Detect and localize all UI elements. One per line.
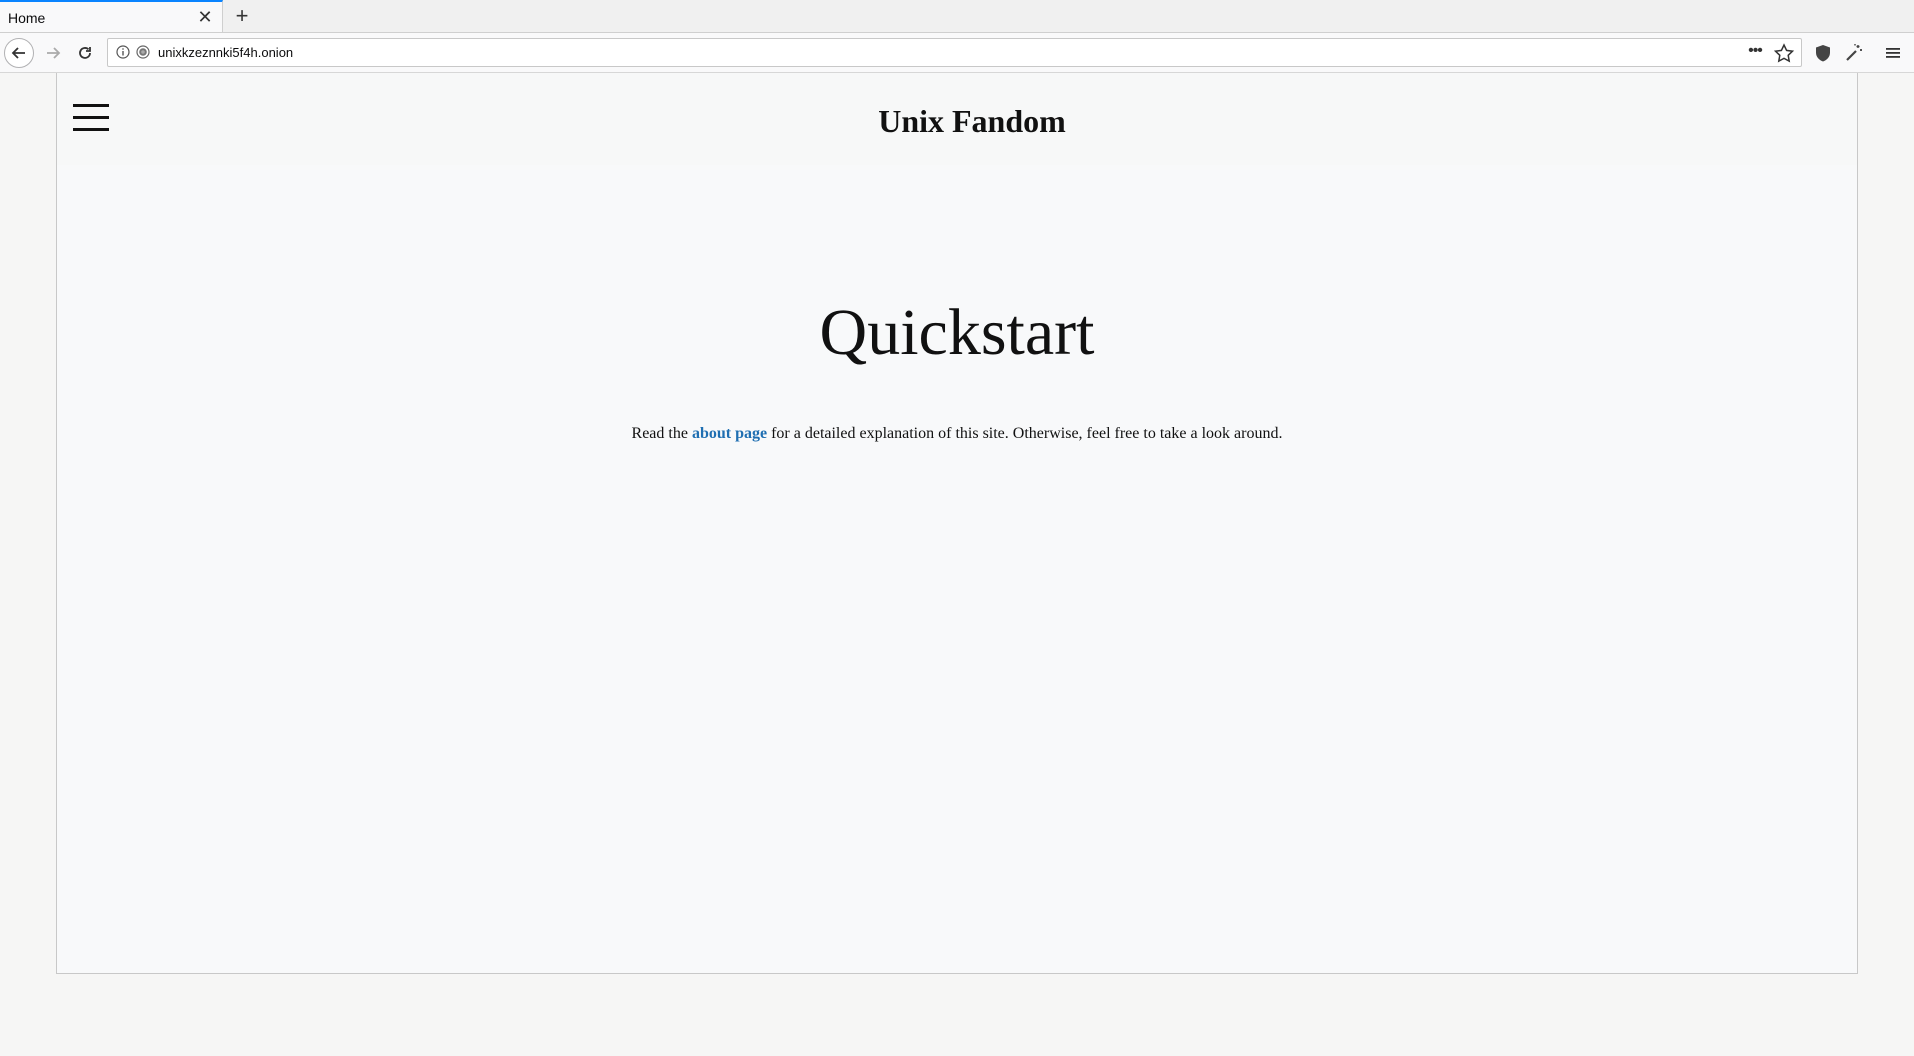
back-button[interactable]: [4, 38, 34, 68]
intro-text-before: Read the: [631, 425, 692, 442]
tab-label: Home: [8, 10, 46, 26]
url-text[interactable]: unixkzeznnki5f4h.onion: [158, 45, 293, 60]
tab-home[interactable]: Home ✕: [0, 0, 223, 32]
reload-button[interactable]: [70, 38, 100, 68]
info-icon[interactable]: [116, 45, 130, 59]
page-container: Unix Fandom Quickstart Read the about pa…: [56, 73, 1858, 974]
reload-icon: [79, 47, 91, 59]
intro-paragraph: Read the about page for a detailed expla…: [57, 425, 1857, 443]
page-heading: Quickstart: [819, 296, 1095, 369]
magic-wand-icon[interactable]: [1843, 42, 1865, 64]
arrow-left-icon: [11, 47, 25, 59]
site-header: Unix Fandom: [57, 73, 1857, 165]
star-icon[interactable]: [1773, 43, 1795, 63]
about-page-link[interactable]: about page: [692, 425, 767, 442]
more-actions-icon[interactable]: •••: [1743, 42, 1767, 64]
forward-button[interactable]: [38, 38, 68, 68]
new-tab-button[interactable]: +: [230, 4, 254, 28]
tab-strip: Home ✕ +: [0, 0, 1914, 33]
site-title: Unix Fandom: [878, 103, 1066, 139]
url-bar[interactable]: unixkzeznnki5f4h.onion •••: [107, 38, 1802, 67]
intro-text-after: for a detailed explanation of this site.…: [767, 425, 1283, 442]
shield-icon[interactable]: [1812, 42, 1834, 64]
navigation-bar: unixkzeznnki5f4h.onion •••: [0, 33, 1914, 73]
onion-icon: [136, 45, 150, 59]
close-icon[interactable]: ✕: [196, 8, 214, 26]
arrow-right-icon: [47, 47, 61, 59]
menu-icon[interactable]: [1882, 42, 1904, 64]
page-viewport: Unix Fandom Quickstart Read the about pa…: [0, 73, 1914, 1056]
plus-icon: +: [235, 3, 249, 28]
